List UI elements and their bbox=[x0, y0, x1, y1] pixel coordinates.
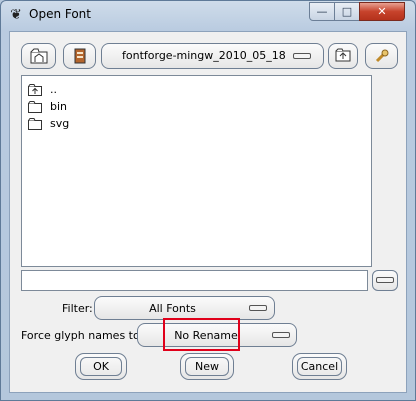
path-dropdown[interactable]: fontforge-mingw_2010_05_18 bbox=[101, 43, 324, 69]
new-button-highlight bbox=[163, 318, 240, 351]
bookmarks-button[interactable] bbox=[63, 43, 96, 69]
cancel-button-label: Cancel bbox=[297, 357, 342, 376]
home-folder-icon bbox=[22, 48, 55, 68]
dropdown-indicator-icon bbox=[293, 53, 311, 59]
dropdown-indicator-icon bbox=[249, 305, 267, 311]
ok-button[interactable]: OK bbox=[75, 353, 127, 380]
parent-folder-icon bbox=[329, 48, 357, 66]
glyph-names-label: Force glyph names to: bbox=[21, 329, 144, 342]
minimize-button[interactable]: — bbox=[309, 2, 335, 21]
close-button[interactable]: ✕ bbox=[359, 2, 405, 21]
cancel-button[interactable]: Cancel bbox=[292, 353, 347, 380]
file-item-label: bin bbox=[50, 100, 68, 113]
wrench-icon bbox=[366, 48, 397, 68]
bookmark-icon bbox=[64, 48, 95, 68]
parent-folder-icon bbox=[28, 84, 42, 96]
new-button-label: New bbox=[185, 357, 229, 376]
folder-icon bbox=[28, 101, 42, 113]
ok-button-label: OK bbox=[80, 357, 122, 376]
filter-label: Filter: bbox=[62, 302, 93, 315]
path-value: fontforge-mingw_2010_05_18 bbox=[122, 49, 286, 62]
fontforge-icon: ❦ bbox=[10, 7, 22, 23]
window-title: Open Font bbox=[29, 7, 91, 21]
dropdown-indicator-icon bbox=[272, 332, 290, 338]
parent-folder-button[interactable] bbox=[328, 43, 358, 69]
title-bar[interactable]: ❦ Open Font — □ ✕ bbox=[1, 1, 415, 29]
dropdown-indicator-icon bbox=[376, 277, 394, 283]
file-item-label: svg bbox=[50, 117, 70, 130]
folder-icon bbox=[28, 118, 42, 130]
filter-dropdown[interactable]: All Fonts bbox=[94, 296, 275, 320]
home-button[interactable] bbox=[21, 43, 56, 69]
maximize-button[interactable]: □ bbox=[334, 2, 360, 21]
settings-button[interactable] bbox=[365, 43, 398, 69]
file-item-label: .. bbox=[50, 83, 57, 96]
filename-options-button[interactable] bbox=[372, 270, 398, 291]
new-button[interactable]: New bbox=[180, 353, 234, 380]
filename-input[interactable] bbox=[21, 270, 368, 291]
file-list[interactable]: .. bin svg bbox=[21, 75, 372, 267]
filter-value: All Fonts bbox=[149, 302, 196, 315]
